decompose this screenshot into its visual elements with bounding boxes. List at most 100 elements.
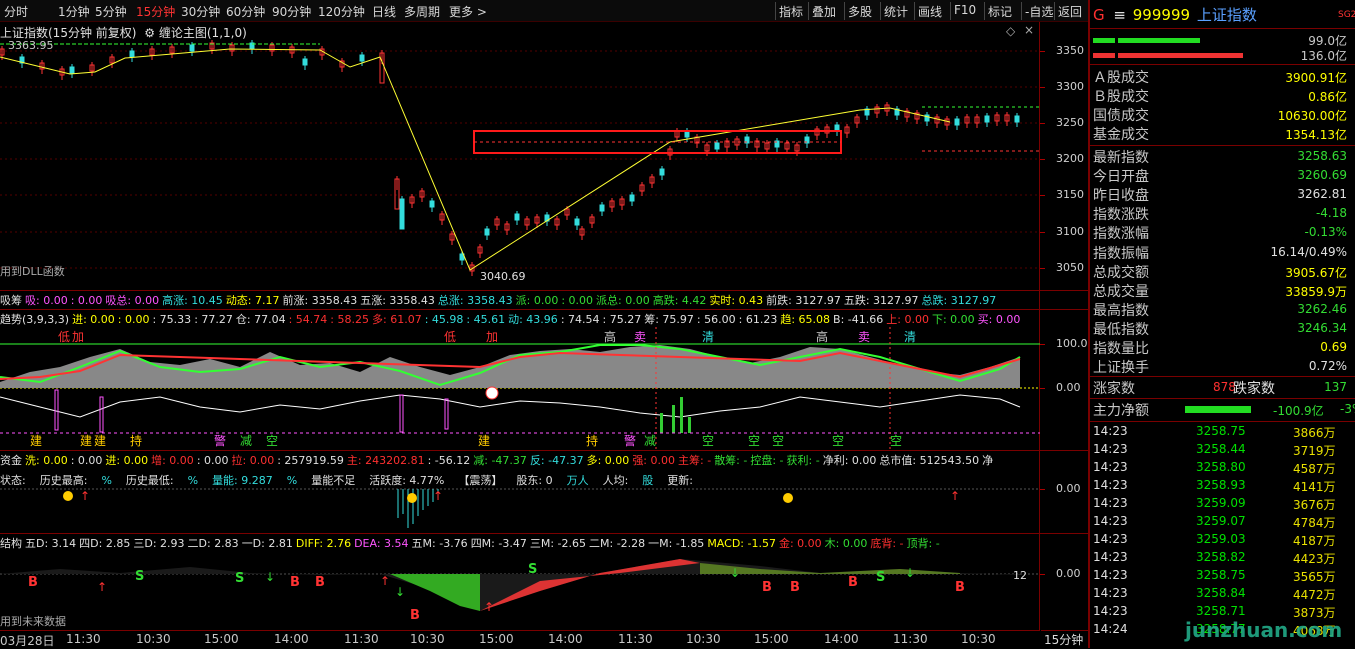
stat-label: Ｂ股成交 (1093, 89, 1149, 105)
indicator-value: 净 (982, 454, 994, 467)
period-tab[interactable]: 1分钟 (58, 3, 90, 20)
stat-row: 总成交量 33859.9万 (1093, 281, 1355, 300)
time-tick: 11:30 (893, 632, 928, 646)
period-tab[interactable]: 5分钟 (95, 3, 127, 20)
toolbar-button[interactable]: 返回 (1058, 3, 1082, 20)
indicator-value: 派总: 0.00 (596, 294, 650, 307)
menu-icon[interactable]: ≡ (1113, 6, 1126, 24)
indicator-value: 净利: 0.00 (822, 454, 877, 467)
stat-row: Ｂ股成交 0.86亿 (1093, 86, 1355, 105)
trend-signal-label: 加 (72, 330, 84, 344)
low-price-label: 3040.69 (480, 270, 526, 283)
indicator-value: 下: 0.00 (931, 313, 975, 326)
trend-signal-label: 警 (624, 433, 636, 448)
tick-time: 14:23 (1093, 514, 1128, 528)
period-indicator[interactable]: 15分钟 (1041, 630, 1088, 648)
struct-chart[interactable]: B S S B BBSB B B SB ↑ ↑↑ ↓↓↓ ↓ 用到未来数据 12 (0, 551, 1040, 630)
indicator-value: 人均: (602, 474, 629, 487)
stat-row: 指数涨跌 -4.18 (1093, 204, 1355, 223)
period-tab[interactable]: 分时 (4, 3, 28, 20)
stock-name: 上证指数 (1196, 6, 1257, 24)
stat-row: 上证换手 0.72% (1093, 357, 1355, 376)
stat-value: 0.69 (1320, 340, 1347, 354)
period-tab[interactable]: 日线 (372, 3, 396, 20)
tick-row[interactable]: 14:23 3258.84 4472万 (1093, 586, 1355, 604)
quote-panel: G ≡ 999999 上证指数 SG2 99.0亿 136.0亿 Ａ股成交 390… (1090, 0, 1355, 648)
net-flow-pct: -3% (1340, 402, 1355, 416)
trend-signal-label: 空 (748, 434, 760, 448)
price-ytick: 3150 (1040, 188, 1084, 201)
indicator-value: 吸: 0.00 (25, 294, 68, 307)
indicator-value: % (286, 474, 298, 487)
toolbar-button[interactable]: 叠加 (812, 3, 836, 20)
pane-divider[interactable] (0, 450, 1088, 451)
stat-value: -0.13% (1304, 225, 1347, 240)
indicator-value: 进: 0.00 (72, 313, 115, 326)
pane-divider[interactable] (0, 533, 1088, 534)
candlestick-chart[interactable]: 3363.95 3040.69 用到DLL函数 (0, 22, 1040, 290)
indicator-value: 顶背: - (906, 537, 940, 550)
tick-row[interactable]: 14:23 3258.75 3565万 (1093, 568, 1355, 586)
toolbar-button[interactable]: -自选 (1025, 3, 1053, 20)
period-tab[interactable]: 120分钟 (318, 3, 365, 20)
tick-time: 14:23 (1093, 424, 1128, 438)
tick-row[interactable]: 14:23 3259.07 4784万 (1093, 514, 1355, 532)
toolbar-button[interactable]: 多股 (848, 3, 872, 20)
indicator-value: 金: 0.00 (778, 537, 822, 550)
struct-indicator-header: 结构 五D: 3.14 四D: 2.85 三D: 2.93 二D: 2.83 一D: 2.… (0, 535, 1040, 551)
svg-text:S: S (528, 562, 537, 577)
indicator-value: 三M: -2.65 (529, 537, 586, 550)
indicator-value: 进: 0.00 (105, 454, 149, 467)
stat-label: 最新指数 (1093, 150, 1149, 166)
pane-divider[interactable] (0, 290, 1088, 291)
tick-row[interactable]: 14:23 3259.09 3676万 (1093, 496, 1355, 514)
stat-value: -4.18 (1315, 206, 1347, 221)
indicator-value: 历史最低: (125, 474, 174, 487)
time-tick: 10:30 (136, 632, 171, 646)
indicator-value: 前跌: 3127.97 (766, 294, 841, 307)
price-ytick: 3050 (1040, 261, 1084, 274)
tick-row[interactable]: 14:23 3258.44 3719万 (1093, 442, 1355, 460)
trend-indicator-header: 趋势(3,9,3,3) 进: 0.00: 0.00: 75.33: 77.27 仓:… (0, 311, 1040, 327)
tick-time: 14:23 (1093, 496, 1128, 510)
tick-row[interactable]: 14:23 3258.82 4423万 (1093, 550, 1355, 568)
buy-bar-1 (1093, 38, 1115, 43)
period-tab[interactable]: 90分钟 (272, 3, 311, 20)
tick-volume: 4423万 (1293, 552, 1336, 566)
tick-volume: 4472万 (1293, 588, 1336, 602)
toolbar-button[interactable]: F10 (954, 3, 976, 17)
svg-text:B: B (28, 575, 38, 590)
stat-row: 基金成交 1354.13亿 (1093, 124, 1355, 143)
stat-row: 最高指数 3262.46 (1093, 300, 1355, 319)
period-tab[interactable]: 60分钟 (226, 3, 265, 20)
period-tab[interactable]: 多周期 (404, 3, 440, 20)
svg-text:B: B (848, 575, 858, 590)
tick-row[interactable]: 14:23 3258.75 3866万 (1093, 424, 1355, 442)
g-mark: G (1093, 6, 1105, 24)
fund-chart[interactable]: ↑ ↑ ↑ (0, 488, 1040, 532)
indicator-value: : 0.00 (561, 294, 594, 307)
pane-divider[interactable] (0, 309, 1088, 310)
time-tick: 10:30 (961, 632, 996, 646)
toolbar-button[interactable]: 画线 (918, 3, 942, 20)
period-tab[interactable]: 更多 > (449, 3, 487, 20)
stat-label: 总成交额 (1093, 264, 1149, 281)
tick-row[interactable]: 14:23 3258.80 4587万 (1093, 460, 1355, 478)
indicator-value: 底背: - (870, 537, 904, 550)
tick-row[interactable]: 14:23 3259.03 4187万 (1093, 532, 1355, 550)
indicator-value: 多: 61.07 (372, 313, 422, 326)
indicator-value: 拉: 0.00 (231, 454, 275, 467)
stat-label: 基金成交 (1093, 127, 1149, 143)
tick-row[interactable]: 14:23 3258.93 4141万 (1093, 478, 1355, 496)
svg-text:S: S (235, 571, 244, 586)
tick-volume: 4784万 (1293, 516, 1336, 530)
trend-chart[interactable]: 低加低加高卖清高卖清建建建持警减空建持警减空空空空空 (0, 327, 1040, 450)
period-tab[interactable]: 30分钟 (181, 3, 220, 20)
stat-label: 指数涨跌 (1093, 207, 1149, 224)
buy-bar-2 (1118, 38, 1200, 43)
toolbar-button[interactable]: 统计 (884, 3, 908, 20)
toolbar-button[interactable]: 标记 (988, 3, 1012, 20)
stat-value: 3262.46 (1297, 301, 1347, 316)
toolbar-button[interactable]: 指标 (779, 3, 803, 20)
period-tab[interactable]: 15分钟 (136, 3, 175, 20)
